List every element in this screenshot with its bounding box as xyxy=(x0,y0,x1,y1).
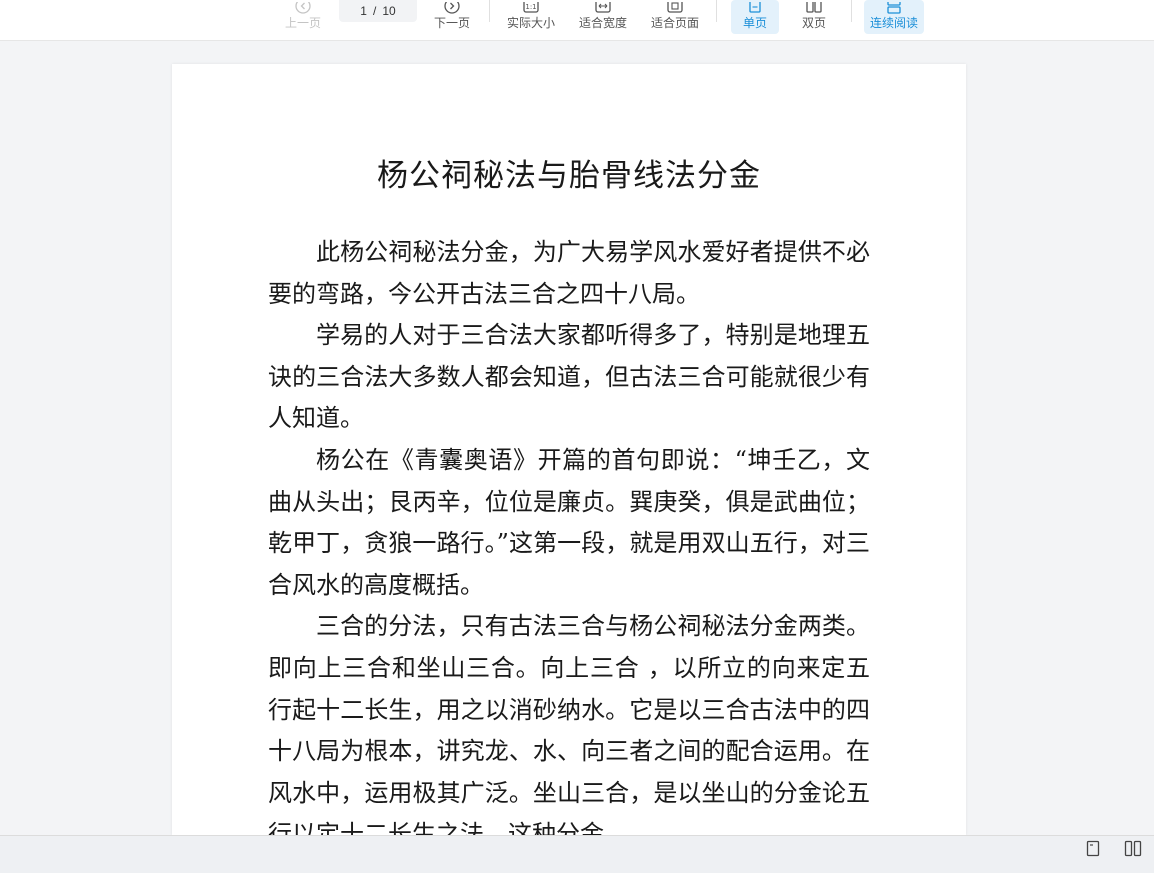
page-separator: / xyxy=(372,4,377,18)
actual-size-icon: 1:1 xyxy=(523,2,539,14)
chevron-right-circle-icon xyxy=(444,2,460,14)
toolbar-divider xyxy=(851,0,852,22)
single-page-icon[interactable] xyxy=(1084,840,1102,858)
document-body: 此杨公祠秘法分金，为广大易学风水爱好者提供不必要的弯路，今公开古法三合之四十八局… xyxy=(268,232,870,835)
toolbar: 上一页 1 / 10 下一页 1:1 实际大小 适合宽度 适合页面 单页 双页 … xyxy=(0,0,1154,41)
paragraph: 学易的人对于三合法大家都听得多了，特别是地理五诀的三合法大多数人都会知道，但古法… xyxy=(268,321,870,433)
paragraph: 三合的分法，只有古法三合与杨公祠秘法分金两类。即向上三合和坐山三合。向上三合 ，… xyxy=(268,612,870,835)
continuous-read-label: 连续阅读 xyxy=(869,16,918,30)
next-page-label: 下一页 xyxy=(433,16,470,30)
paragraph: 此杨公祠秘法分金，为广大易学风水爱好者提供不必要的弯路，今公开古法三合之四十八局… xyxy=(268,238,870,308)
paragraph: 杨公在《青囊奥语》开篇的首句即说：“坤壬乙，文曲从头出；艮丙辛，位位是廉贞。巽庚… xyxy=(268,445,870,599)
fit-page-button[interactable]: 适合页面 xyxy=(649,0,701,34)
continuous-scroll-icon xyxy=(886,2,902,14)
single-page-button[interactable]: 单页 xyxy=(731,0,779,34)
document-page: 杨公祠秘法与胎骨线法分金 此杨公祠秘法分金，为广大易学风水爱好者提供不必要的弯路… xyxy=(172,64,966,835)
fit-page-icon xyxy=(667,2,683,14)
continuous-read-button[interactable]: 连续阅读 xyxy=(864,0,924,34)
toolbar-divider xyxy=(716,0,717,22)
double-page-icon xyxy=(806,2,822,14)
fit-width-button[interactable]: 适合宽度 xyxy=(577,0,629,34)
double-page-button[interactable]: 双页 xyxy=(794,0,834,34)
document-title: 杨公祠秘法与胎骨线法分金 xyxy=(377,158,761,194)
single-page-icon xyxy=(747,2,763,14)
toolbar-divider xyxy=(489,0,490,22)
status-bar xyxy=(0,835,1154,873)
fit-width-icon xyxy=(595,2,611,14)
prev-page-button[interactable]: 上一页 xyxy=(283,0,323,34)
page-number-box[interactable]: 1 / 10 xyxy=(339,0,417,22)
prev-page-label: 上一页 xyxy=(284,16,321,30)
fit-page-label: 适合页面 xyxy=(650,16,699,30)
single-page-label: 单页 xyxy=(742,16,767,30)
actual-size-button[interactable]: 1:1 实际大小 xyxy=(505,0,557,34)
double-page-icon[interactable] xyxy=(1124,840,1142,858)
svg-text:1:1: 1:1 xyxy=(525,3,536,11)
page-current[interactable]: 1 xyxy=(360,4,367,18)
next-page-button[interactable]: 下一页 xyxy=(432,0,472,34)
double-page-label: 双页 xyxy=(801,16,826,30)
actual-size-label: 实际大小 xyxy=(506,16,555,30)
fit-width-label: 适合宽度 xyxy=(578,16,627,30)
page-total: 10 xyxy=(382,4,396,18)
chevron-left-circle-icon xyxy=(295,2,311,14)
